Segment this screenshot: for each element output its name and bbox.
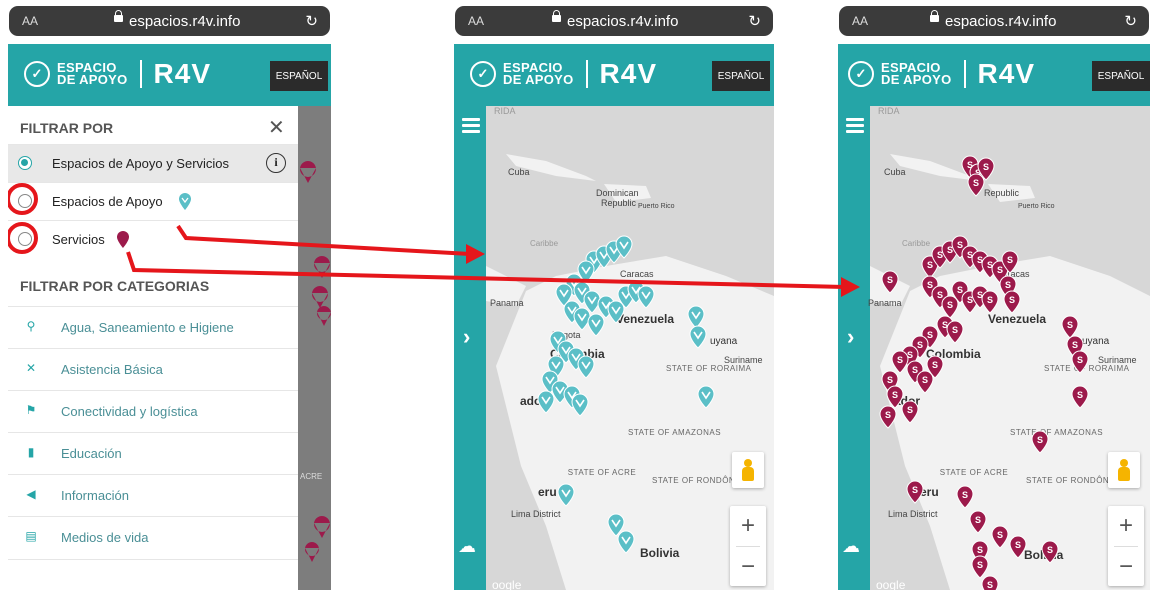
- arrow-espacios-head: [466, 244, 485, 264]
- arrow-espacios: [176, 224, 471, 256]
- arrow-servicios: [126, 251, 846, 289]
- annotation-arrows: [126, 224, 860, 297]
- arrow-servicios-head: [841, 277, 860, 297]
